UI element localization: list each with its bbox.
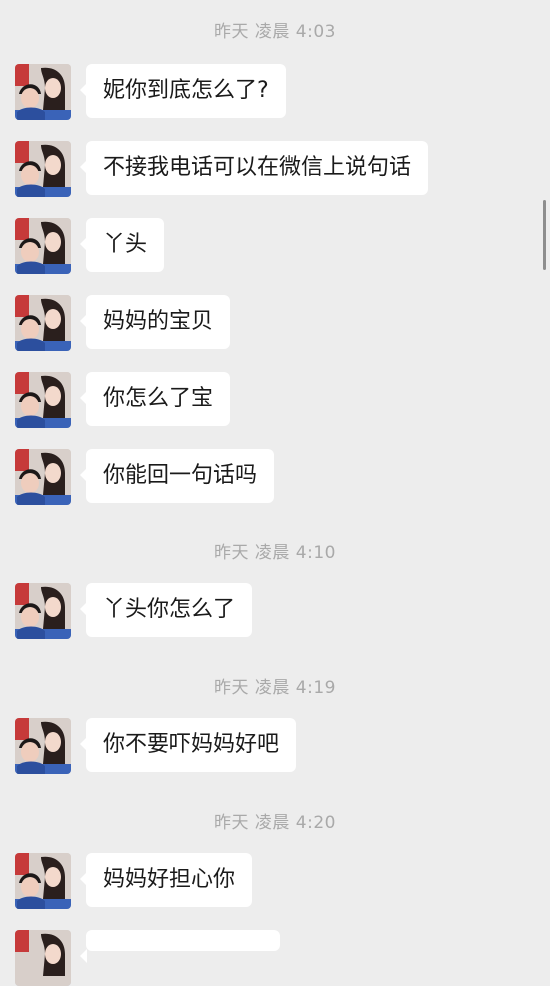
message-row: 你不要吓妈妈好吧 bbox=[0, 718, 550, 774]
message-bubble[interactable]: 你能回一句话吗 bbox=[79, 449, 275, 503]
message-row bbox=[0, 930, 550, 986]
avatar-photo-icon bbox=[15, 64, 71, 120]
avatar[interactable] bbox=[15, 583, 71, 639]
avatar[interactable] bbox=[15, 930, 71, 986]
avatar[interactable] bbox=[15, 853, 71, 909]
message-row: 你能回一句话吗 bbox=[0, 449, 550, 505]
avatar[interactable] bbox=[15, 718, 71, 774]
message-bubble[interactable]: 你不要吓妈妈好吧 bbox=[79, 718, 297, 772]
timestamp: 昨天 凌晨 4:19 bbox=[214, 678, 336, 698]
avatar[interactable] bbox=[15, 372, 71, 428]
avatar-photo-icon bbox=[15, 930, 71, 986]
message-row: 不接我电话可以在微信上说句话 bbox=[0, 141, 550, 197]
chat-area[interactable]: 昨天 凌晨 4:03 妮你到底怎么了? 不接我电话可以在微信上说句话 丫头 妈妈… bbox=[0, 0, 550, 986]
message-bubble[interactable]: 不接我电话可以在微信上说句话 bbox=[79, 141, 429, 195]
message-row: 你怎么了宝 bbox=[0, 372, 550, 428]
avatar[interactable] bbox=[15, 295, 71, 351]
avatar[interactable] bbox=[15, 218, 71, 274]
avatar-photo-icon bbox=[15, 449, 71, 505]
avatar-photo-icon bbox=[15, 372, 71, 428]
avatar[interactable] bbox=[15, 141, 71, 197]
message-bubble[interactable]: 妈妈的宝贝 bbox=[79, 295, 231, 349]
message-row: 妮你到底怎么了? bbox=[0, 64, 550, 120]
message-row: 妈妈好担心你 bbox=[0, 853, 550, 909]
timestamp: 昨天 凌晨 4:20 bbox=[214, 813, 336, 833]
avatar-photo-icon bbox=[15, 141, 71, 197]
avatar[interactable] bbox=[15, 64, 71, 120]
message-bubble[interactable]: 妮你到底怎么了? bbox=[80, 64, 286, 118]
avatar-photo-icon bbox=[15, 853, 71, 909]
timestamp: 昨天 凌晨 4:03 bbox=[214, 22, 336, 42]
scrollbar[interactable] bbox=[543, 200, 546, 270]
message-bubble[interactable]: 丫头 bbox=[79, 218, 165, 272]
message-bubble[interactable]: 你怎么了宝 bbox=[79, 372, 231, 426]
avatar-photo-icon bbox=[15, 295, 71, 351]
message-row: 妈妈的宝贝 bbox=[0, 295, 550, 351]
avatar-photo-icon bbox=[15, 218, 71, 274]
message-bubble[interactable]: 丫头你怎么了 bbox=[79, 583, 253, 637]
message-bubble[interactable]: 妈妈好担心你 bbox=[79, 853, 253, 907]
message-bubble[interactable] bbox=[80, 930, 280, 963]
message-row: 丫头 bbox=[0, 218, 550, 274]
message-row: 丫头你怎么了 bbox=[0, 583, 550, 639]
avatar-photo-icon bbox=[15, 583, 71, 639]
avatar-photo-icon bbox=[15, 718, 71, 774]
timestamp: 昨天 凌晨 4:10 bbox=[214, 543, 336, 563]
avatar[interactable] bbox=[15, 449, 71, 505]
